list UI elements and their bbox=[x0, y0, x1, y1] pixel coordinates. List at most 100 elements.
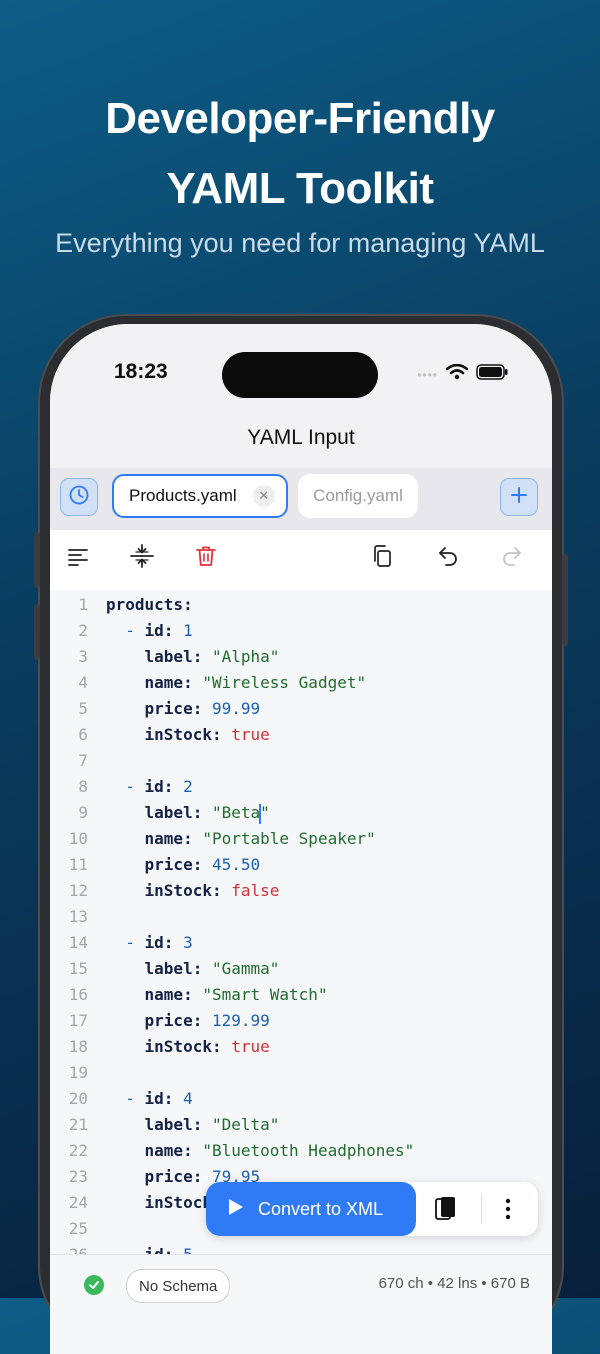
more-vertical-icon bbox=[502, 1198, 514, 1226]
copy-button[interactable] bbox=[368, 544, 396, 572]
line-text: price: 45.50 bbox=[144, 855, 261, 874]
code-line: 2 - id: 1 bbox=[50, 618, 552, 644]
status-icons: •••• bbox=[417, 363, 508, 385]
copy-filled-icon bbox=[434, 1197, 458, 1227]
document-stats: 670 ch • 42 lns • 670 B bbox=[378, 1275, 530, 1292]
line-number: 11 bbox=[68, 855, 88, 874]
promo-title: Developer-Friendly YAML Toolkit bbox=[0, 84, 600, 224]
close-tab-button[interactable]: ✕ bbox=[252, 485, 275, 507]
code-line: 14 - id: 3 bbox=[50, 930, 552, 956]
line-text: name: "Wireless Gadget" bbox=[144, 673, 367, 692]
promo-title-line2: YAML Toolkit bbox=[166, 164, 434, 213]
line-text: products: bbox=[106, 595, 193, 614]
battery-icon bbox=[476, 364, 508, 385]
code-line: 22 name: "Bluetooth Headphones" bbox=[50, 1138, 552, 1164]
code-line: 13 bbox=[50, 904, 552, 930]
status-bar: 18:23 •••• bbox=[50, 324, 552, 404]
tab-products[interactable]: Products.yaml ✕ bbox=[112, 474, 288, 518]
code-line: 26 - id: 5 bbox=[50, 1242, 552, 1254]
line-number: 12 bbox=[68, 881, 88, 900]
trash-icon bbox=[194, 544, 218, 573]
nav-bar: YAML Input bbox=[50, 404, 552, 468]
code-line: 9 label: "Beta" bbox=[50, 800, 552, 826]
add-tab-button[interactable] bbox=[500, 478, 538, 516]
redo-icon bbox=[500, 544, 524, 573]
line-number: 23 bbox=[68, 1167, 88, 1186]
signal-icon: •••• bbox=[417, 367, 438, 382]
line-number: 3 bbox=[78, 647, 88, 666]
convert-to-xml-button[interactable]: Convert to XML bbox=[206, 1182, 416, 1236]
line-text: inStock: false bbox=[144, 881, 280, 900]
line-number: 24 bbox=[68, 1193, 88, 1212]
promo-title-line1: Developer-Friendly bbox=[105, 94, 495, 143]
line-number: 26 bbox=[50, 1242, 88, 1254]
format-lines-icon bbox=[66, 544, 90, 573]
action-bar: Convert to XML bbox=[206, 1182, 538, 1236]
collapse-button[interactable] bbox=[128, 543, 156, 572]
copy-icon bbox=[370, 544, 394, 573]
page-title: YAML Input bbox=[247, 426, 355, 449]
line-number: 2 bbox=[78, 621, 88, 640]
line-number: 17 bbox=[68, 1011, 88, 1030]
history-button[interactable] bbox=[60, 478, 98, 516]
line-number: 14 bbox=[68, 933, 88, 952]
line-text: price: 129.99 bbox=[144, 1011, 270, 1030]
line-text: label: "Gamma" bbox=[144, 959, 280, 978]
line-text: inStock: true bbox=[144, 1037, 270, 1056]
wifi-icon bbox=[445, 363, 469, 385]
phone-side-button bbox=[562, 554, 568, 646]
more-button[interactable] bbox=[502, 1196, 514, 1227]
line-text: name: "Smart Watch" bbox=[144, 985, 328, 1004]
code-line: 20 - id: 4 bbox=[50, 1086, 552, 1112]
code-line: 7 bbox=[50, 748, 552, 774]
status-time: 18:23 bbox=[114, 360, 168, 383]
undo-icon bbox=[436, 544, 460, 573]
clock-icon bbox=[68, 484, 90, 511]
code-editor[interactable]: 1 products: 2 - id: 1 3 label: "Alpha" 4 nam… bbox=[50, 590, 552, 1254]
line-text: name: "Portable Speaker" bbox=[144, 829, 376, 848]
code-line: 21 label: "Delta" bbox=[50, 1112, 552, 1138]
code-line: 18 inStock: true bbox=[50, 1034, 552, 1060]
tab-config[interactable]: Config.yaml bbox=[298, 474, 418, 518]
divider bbox=[481, 1194, 482, 1224]
line-number: 1 bbox=[78, 595, 88, 614]
line-text: - id: 5 bbox=[106, 1242, 192, 1254]
code-line: 10 name: "Portable Speaker" bbox=[50, 826, 552, 852]
undo-button[interactable] bbox=[434, 544, 462, 572]
line-text: - id: 4 bbox=[125, 1089, 193, 1108]
line-text: label: "Alpha" bbox=[144, 647, 280, 666]
copy-output-button[interactable] bbox=[434, 1195, 458, 1228]
code-line: 1 products: bbox=[50, 592, 552, 618]
tab-label: Config.yaml bbox=[313, 486, 403, 505]
line-number: 9 bbox=[78, 803, 88, 822]
code-line: 19 bbox=[50, 1060, 552, 1086]
convert-label: Convert to XML bbox=[258, 1198, 384, 1219]
redo-button[interactable] bbox=[498, 544, 526, 572]
phone-side-button bbox=[34, 532, 40, 588]
line-text: inStock: true bbox=[144, 725, 270, 744]
tab-label: Products.yaml bbox=[129, 486, 237, 505]
line-number: 7 bbox=[78, 751, 88, 770]
line-text: price: 99.99 bbox=[144, 699, 261, 718]
promo-subtitle: Everything you need for managing YAML bbox=[55, 228, 545, 258]
code-line: 4 name: "Wireless Gadget" bbox=[50, 670, 552, 696]
line-number: 6 bbox=[78, 725, 88, 744]
line-text: - id: 3 bbox=[125, 933, 193, 952]
line-number: 15 bbox=[68, 959, 88, 978]
line-number: 18 bbox=[68, 1037, 88, 1056]
plus-icon bbox=[510, 486, 528, 509]
close-icon: ✕ bbox=[258, 488, 270, 503]
phone-frame: 18:23 •••• YAML Input Products.yaml ✕ Co… bbox=[34, 314, 568, 1354]
line-number: 16 bbox=[68, 985, 88, 1004]
code-line: 5 price: 99.99 bbox=[50, 696, 552, 722]
line-text: label: "Beta" bbox=[144, 803, 270, 824]
code-line: 16 name: "Smart Watch" bbox=[50, 982, 552, 1008]
format-button[interactable] bbox=[64, 544, 92, 572]
delete-button[interactable] bbox=[192, 544, 220, 572]
code-line: 12 inStock: false bbox=[50, 878, 552, 904]
line-number: 5 bbox=[78, 699, 88, 718]
line-number: 22 bbox=[68, 1141, 88, 1160]
phone-side-button bbox=[34, 604, 40, 660]
line-number: 4 bbox=[78, 673, 88, 692]
code-line: 6 inStock: true bbox=[50, 722, 552, 748]
